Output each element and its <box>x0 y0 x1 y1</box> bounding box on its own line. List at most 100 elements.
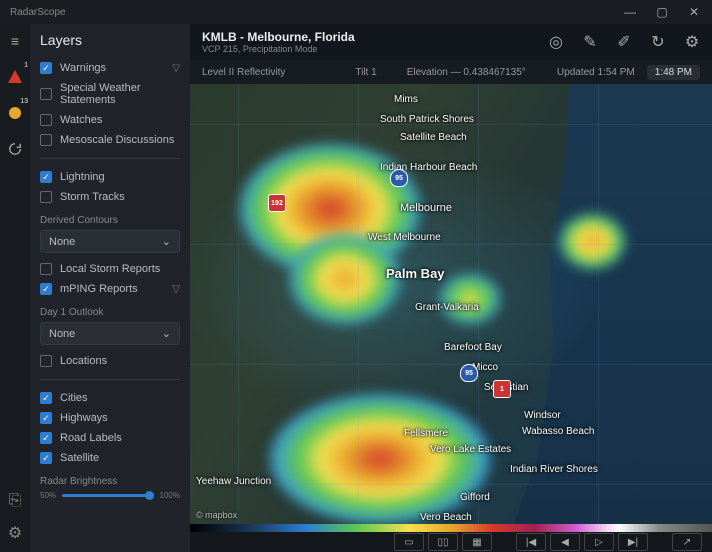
first-frame-button[interactable]: |◀ <box>516 533 546 551</box>
layer-label: Cities <box>60 392 88 404</box>
slider-thumb[interactable] <box>145 491 154 500</box>
city-label: Melbourne <box>400 202 452 214</box>
highway-shield-icon: 95 <box>460 364 478 382</box>
layer-label: mPING Reports <box>60 283 138 295</box>
icon-rail: ≡ 1 13 ⎘ ⚙ <box>0 24 30 552</box>
checkbox-icon[interactable] <box>40 283 52 295</box>
city-label: Satellite Beach <box>400 132 467 143</box>
share-button[interactable]: ↗ <box>672 533 702 551</box>
layer-watches[interactable]: Watches <box>40 110 180 130</box>
layer-mping-reports[interactable]: mPING Reports ▽ <box>40 279 180 299</box>
checkbox-icon[interactable] <box>40 114 52 126</box>
tilt-label[interactable]: Tilt 1 <box>355 67 376 78</box>
chevron-down-icon: ⌄ <box>162 327 171 340</box>
reload-icon[interactable]: ↻ <box>650 34 666 50</box>
settings-icon[interactable]: ⚙ <box>6 524 24 542</box>
checkbox-icon[interactable] <box>40 134 52 146</box>
city-label: Windsor <box>524 410 561 421</box>
city-label: Yeehaw Junction <box>196 476 271 487</box>
checkbox-icon[interactable] <box>40 263 52 275</box>
station-subtitle: VCP 215, Precipitation Mode <box>202 44 355 54</box>
edit-icon[interactable]: ✐ <box>616 34 632 50</box>
reflectivity-colorscale <box>190 524 712 532</box>
gear-icon[interactable]: ⚙ <box>684 34 700 50</box>
filter-icon[interactable]: ▽ <box>172 284 180 295</box>
filter-icon[interactable]: ▽ <box>172 63 180 74</box>
title-bar: RadarScope — ▢ ✕ <box>0 0 712 24</box>
derived-contours-label: Derived Contours <box>40 215 180 226</box>
layer-special-weather[interactable]: Special Weather Statements <box>40 78 180 110</box>
checkbox-icon[interactable] <box>40 432 52 444</box>
checkbox-icon[interactable] <box>40 62 52 74</box>
maximize-button[interactable]: ▢ <box>648 2 676 22</box>
radar-map[interactable]: © mapbox MimsSouth Patrick ShoresSatelli… <box>190 84 712 524</box>
info-bar: Level II Reflectivity Tilt 1 Elevation —… <box>190 60 712 84</box>
product-label[interactable]: Level II Reflectivity <box>202 67 285 78</box>
layout-single-button[interactable]: ▭ <box>394 533 424 551</box>
checkbox-icon[interactable] <box>40 191 52 203</box>
checkbox-icon[interactable] <box>40 171 52 183</box>
city-label: Gifford <box>460 492 490 503</box>
menu-icon[interactable]: ≡ <box>6 32 24 50</box>
layer-storm-tracks[interactable]: Storm Tracks <box>40 187 180 207</box>
link-icon[interactable]: ⎘ <box>6 492 24 510</box>
bottom-bar: ▭ ▯▯ ▦ |◀ ◀ ▷ ▶| ↗ <box>190 524 712 552</box>
checkbox-icon[interactable] <box>40 355 52 367</box>
layer-label: Lightning <box>60 171 105 183</box>
day1-outlook-label: Day 1 Outlook <box>40 307 180 318</box>
refresh-icon[interactable] <box>6 140 24 158</box>
warnings-icon[interactable]: 1 <box>6 68 24 86</box>
updated-label: Updated 1:54 PM <box>557 67 635 78</box>
city-label: Barefoot Bay <box>444 342 502 353</box>
app-name: RadarScope <box>10 7 66 18</box>
layer-local-storm-reports[interactable]: Local Storm Reports <box>40 259 180 279</box>
checkbox-icon[interactable] <box>40 412 52 424</box>
time-display[interactable]: 1:48 PM <box>647 65 700 80</box>
layer-label: Satellite <box>60 452 99 464</box>
layer-label: Highways <box>60 412 108 424</box>
layer-label: Road Labels <box>60 432 122 444</box>
close-button[interactable]: ✕ <box>680 2 708 22</box>
layer-label: Watches <box>60 114 102 126</box>
layer-mesoscale[interactable]: Mesoscale Discussions <box>40 130 180 150</box>
city-label: Fellsmere <box>404 428 448 439</box>
highway-shield-icon: 192 <box>268 194 286 212</box>
layout-four-button[interactable]: ▦ <box>462 533 492 551</box>
layer-cities[interactable]: Cities <box>40 388 180 408</box>
city-label: Indian River Shores <box>510 464 598 475</box>
layer-label: Storm Tracks <box>60 191 125 203</box>
checkbox-icon[interactable] <box>40 88 52 100</box>
map-content: KMLB - Melbourne, Florida VCP 215, Preci… <box>190 24 712 552</box>
layer-locations[interactable]: Locations <box>40 351 180 371</box>
target-icon[interactable]: ◎ <box>548 34 564 50</box>
slider-min: 50% <box>40 491 56 500</box>
slider-track[interactable] <box>62 494 154 497</box>
layer-highways[interactable]: Highways <box>40 408 180 428</box>
layer-satellite[interactable]: Satellite <box>40 448 180 468</box>
derived-contours-select[interactable]: None ⌄ <box>40 230 180 253</box>
next-frame-button[interactable]: ▶| <box>618 533 648 551</box>
highway-shield-icon: 95 <box>390 169 408 187</box>
compass-icon[interactable]: ✎ <box>582 34 598 50</box>
minimize-button[interactable]: — <box>616 2 644 22</box>
slider-max: 100% <box>160 491 180 500</box>
chevron-down-icon: ⌄ <box>162 235 171 248</box>
advisory-icon[interactable]: 13 <box>6 104 24 122</box>
map-header: KMLB - Melbourne, Florida VCP 215, Preci… <box>190 24 712 60</box>
layer-warnings[interactable]: Warnings ▽ <box>40 58 180 78</box>
checkbox-icon[interactable] <box>40 392 52 404</box>
map-attribution[interactable]: © mapbox <box>196 510 237 520</box>
layers-panel: Layers Warnings ▽ Special Weather Statem… <box>30 24 190 552</box>
prev-frame-button[interactable]: ◀ <box>550 533 580 551</box>
city-label: Palm Bay <box>386 266 445 281</box>
layer-road-labels[interactable]: Road Labels <box>40 428 180 448</box>
brightness-slider[interactable]: 50% 100% <box>40 491 180 500</box>
city-label: South Patrick Shores <box>380 114 474 125</box>
city-label: Vero Beach <box>420 512 472 523</box>
day1-outlook-select[interactable]: None ⌄ <box>40 322 180 345</box>
checkbox-icon[interactable] <box>40 452 52 464</box>
layer-lightning[interactable]: Lightning <box>40 167 180 187</box>
layout-two-button[interactable]: ▯▯ <box>428 533 458 551</box>
play-button[interactable]: ▷ <box>584 533 614 551</box>
layer-label: Warnings <box>60 62 106 74</box>
